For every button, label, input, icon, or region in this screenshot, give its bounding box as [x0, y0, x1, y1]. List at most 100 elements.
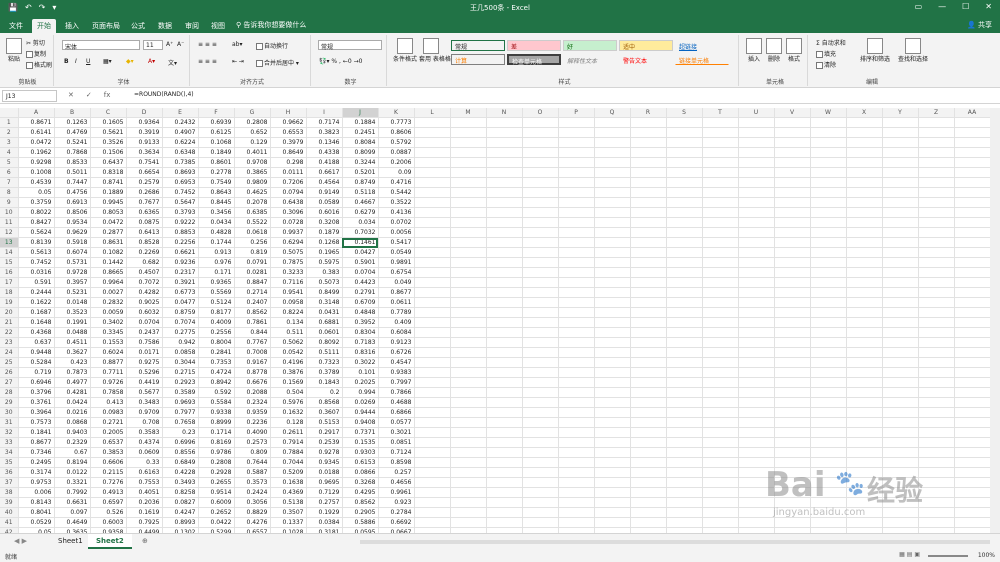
- cell[interactable]: [414, 427, 451, 438]
- cell[interactable]: 0.6996: [162, 437, 199, 448]
- cell[interactable]: 0.8053: [90, 207, 127, 218]
- cell[interactable]: [954, 197, 990, 208]
- cell[interactable]: [630, 507, 667, 518]
- cell[interactable]: [594, 507, 631, 518]
- cell[interactable]: [486, 397, 523, 408]
- cell[interactable]: [918, 217, 955, 228]
- cell[interactable]: [738, 187, 775, 198]
- cell[interactable]: [558, 287, 595, 298]
- cell[interactable]: [450, 437, 487, 448]
- cell[interactable]: [558, 217, 595, 228]
- cell[interactable]: [882, 277, 919, 288]
- font-name-select[interactable]: 宋体: [62, 40, 140, 51]
- cell[interactable]: [594, 207, 631, 218]
- cell[interactable]: 0.8671: [18, 117, 55, 128]
- cell[interactable]: 0.3402: [90, 317, 127, 328]
- cell[interactable]: 0.637: [18, 337, 55, 348]
- horizontal-scrollbar[interactable]: [360, 540, 990, 544]
- cell[interactable]: [882, 267, 919, 278]
- cell[interactable]: [450, 137, 487, 148]
- cell[interactable]: [486, 207, 523, 218]
- cell[interactable]: [666, 197, 703, 208]
- cell[interactable]: 0.8993: [162, 517, 199, 528]
- cell[interactable]: [666, 157, 703, 168]
- cell[interactable]: [666, 137, 703, 148]
- cell[interactable]: [630, 137, 667, 148]
- cell[interactable]: [486, 507, 523, 518]
- cell[interactable]: [522, 187, 559, 198]
- cell[interactable]: 0.7644: [234, 457, 271, 468]
- cell[interactable]: 0.2778: [198, 167, 235, 178]
- cell[interactable]: [486, 227, 523, 238]
- cell[interactable]: 0.5918: [54, 237, 91, 248]
- cell[interactable]: 0.7174: [306, 117, 343, 128]
- cell[interactable]: 0.1008: [18, 167, 55, 178]
- cell[interactable]: [918, 407, 955, 418]
- cell[interactable]: 0.5887: [234, 467, 271, 478]
- cell[interactable]: 0.5075: [270, 247, 307, 258]
- cell[interactable]: [594, 317, 631, 328]
- cell[interactable]: 0.2556: [198, 327, 235, 338]
- cell[interactable]: 0.5124: [198, 297, 235, 308]
- cell[interactable]: [954, 297, 990, 308]
- cell[interactable]: [810, 277, 847, 288]
- cell[interactable]: 0.3759: [18, 197, 55, 208]
- cell[interactable]: [954, 277, 990, 288]
- cell[interactable]: [882, 337, 919, 348]
- cell[interactable]: 0.9695: [306, 477, 343, 488]
- cell[interactable]: [810, 327, 847, 338]
- cell[interactable]: [810, 397, 847, 408]
- cell[interactable]: 0.5792: [378, 137, 415, 148]
- cell[interactable]: [558, 117, 595, 128]
- cell[interactable]: [522, 407, 559, 418]
- cell[interactable]: 0.3634: [126, 147, 163, 158]
- row-header[interactable]: 1: [0, 117, 19, 128]
- cell[interactable]: 0.7116: [270, 277, 307, 288]
- cell[interactable]: [414, 407, 451, 418]
- cell[interactable]: [702, 237, 739, 248]
- cell[interactable]: 0.6726: [378, 347, 415, 358]
- cell[interactable]: [414, 397, 451, 408]
- cell[interactable]: [522, 227, 559, 238]
- cell[interactable]: [414, 467, 451, 478]
- cell[interactable]: 0.809: [234, 447, 271, 458]
- row-header[interactable]: 7: [0, 177, 19, 188]
- cell[interactable]: [450, 407, 487, 418]
- cell[interactable]: 0.8304: [342, 327, 379, 338]
- cell[interactable]: 0.2329: [54, 437, 91, 448]
- cell[interactable]: [954, 447, 990, 458]
- style-bad[interactable]: 差: [507, 40, 561, 51]
- cell[interactable]: [810, 197, 847, 208]
- cell[interactable]: [810, 357, 847, 368]
- cell[interactable]: [414, 317, 451, 328]
- cell[interactable]: [594, 427, 631, 438]
- cell[interactable]: [918, 377, 955, 388]
- cell[interactable]: 0.8041: [18, 507, 55, 518]
- cell[interactable]: 0.2407: [234, 297, 271, 308]
- cell[interactable]: [486, 377, 523, 388]
- column-header-t[interactable]: T: [702, 108, 739, 118]
- cell[interactable]: [810, 347, 847, 358]
- cell[interactable]: 0.5647: [162, 197, 199, 208]
- cell[interactable]: 0.1346: [306, 137, 343, 148]
- cell[interactable]: 0.3244: [342, 157, 379, 168]
- cell[interactable]: 0.2784: [378, 507, 415, 518]
- style-hyperlink[interactable]: 超链接: [675, 40, 729, 51]
- cell[interactable]: 0.2832: [90, 297, 127, 308]
- cell[interactable]: 0.8877: [90, 357, 127, 368]
- cell[interactable]: 0.9345: [306, 457, 343, 468]
- cell[interactable]: 0.0875: [126, 217, 163, 228]
- cell[interactable]: [558, 447, 595, 458]
- cell[interactable]: [810, 317, 847, 328]
- cell[interactable]: [810, 237, 847, 248]
- cell[interactable]: 0.3573: [234, 477, 271, 488]
- column-header-v[interactable]: V: [774, 108, 811, 118]
- cell[interactable]: [882, 427, 919, 438]
- cell[interactable]: 0.0589: [306, 197, 343, 208]
- cell[interactable]: 0.1569: [270, 377, 307, 388]
- cell[interactable]: [918, 177, 955, 188]
- cell[interactable]: 0.3044: [162, 357, 199, 368]
- cell[interactable]: 0.4688: [378, 397, 415, 408]
- cell[interactable]: 0.1535: [342, 437, 379, 448]
- cell[interactable]: 0.0434: [198, 217, 235, 228]
